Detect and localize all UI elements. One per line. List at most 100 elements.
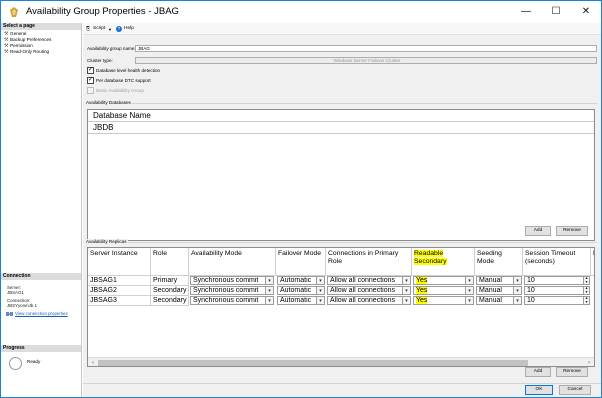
dialog-window: Availability Group Properties - JBAG — ☐… (0, 0, 602, 398)
chevron-down-icon[interactable]: ▾ (265, 276, 274, 285)
help-button[interactable]: Help (124, 26, 134, 31)
primary-connections-select[interactable]: Allow all connections (327, 286, 403, 295)
table-row-role: Primary (151, 276, 189, 286)
chevron-down-icon[interactable]: ▾ (465, 276, 474, 285)
spinner-icon[interactable]: ▲ ▼ (583, 286, 590, 295)
select-page-header: Select a page (1, 23, 81, 30)
readable-secondary-select[interactable]: Yes (413, 286, 466, 295)
chevron-down-icon[interactable]: ▾ (265, 296, 274, 305)
cluster-type-field: Windows Server Failover Cluster (135, 57, 597, 64)
column-header-failover-mode: Failover Mode (276, 248, 326, 276)
db-health-checkbox[interactable]: ✓ (87, 67, 94, 74)
help-icon: ? (116, 26, 122, 32)
list-item[interactable]: JBDB (88, 122, 594, 134)
connection-value: JBSYyone\Jb.1 (7, 303, 38, 308)
progress-icon (9, 357, 22, 370)
sidebar-item-label: Backup Preferences (10, 37, 52, 42)
connection-icon (6, 312, 13, 316)
chevron-down-icon[interactable]: ▾ (402, 286, 411, 295)
chevron-down-icon[interactable]: ▾ (265, 286, 274, 295)
remove-database-button[interactable]: Remove (556, 226, 588, 236)
ag-name-field[interactable]: JBAG (135, 45, 597, 52)
chevron-down-icon[interactable]: ▾ (513, 286, 522, 295)
column-header-session-timeout: Session Timeout (seconds) (523, 248, 591, 276)
chevron-down-icon[interactable]: ▾ (316, 286, 325, 295)
add-replica-button[interactable]: Add (525, 367, 551, 377)
server-value: JBSAG1 (7, 290, 24, 295)
table-row-server: JBSAG3 (88, 296, 151, 306)
column-header-role: Role (151, 248, 189, 276)
table-row-server: JBSAG2 (88, 286, 151, 296)
cluster-type-label: Cluster type: (87, 58, 113, 63)
chevron-down-icon[interactable]: ▼ (108, 27, 112, 32)
basic-ag-checkbox (87, 87, 94, 94)
progress-header: Progress (1, 345, 81, 352)
chevron-down-icon[interactable]: ▾ (513, 276, 522, 285)
spinner-icon[interactable]: ▲ ▼ (583, 296, 590, 305)
basic-ag-label: Basic Availability Group (96, 88, 144, 93)
chevron-down-icon[interactable]: ▾ (402, 296, 411, 305)
failover-mode-select[interactable]: Automatic (277, 286, 317, 295)
remove-replica-button[interactable]: Remove (556, 367, 588, 377)
table-row-server: JBSAG1 (88, 276, 151, 286)
column-header-seeding-mode: Seeding Mode (475, 248, 523, 276)
horizontal-scrollbar[interactable]: ‹ › (88, 357, 594, 366)
seeding-mode-select[interactable]: Manual (476, 296, 514, 305)
failover-mode-select[interactable]: Automatic (277, 276, 317, 285)
primary-connections-select[interactable]: Allow all connections (327, 296, 403, 305)
replicas-grid: Server Instance Role Availability Mode F… (87, 247, 595, 367)
readable-secondary-select[interactable]: Yes (413, 296, 466, 305)
scrollbar-thumb[interactable] (98, 360, 528, 366)
chevron-down-icon[interactable]: ▾ (513, 296, 522, 305)
script-icon: ⎘ (86, 27, 90, 32)
sidebar-item-label: Permission (10, 43, 33, 48)
db-group-label: Availability Databases (85, 100, 132, 105)
add-database-button[interactable]: Add (525, 226, 551, 236)
window-title: Availability Group Properties - JBAG (26, 6, 179, 17)
toolbar: ⎘ Script ▼ ? Help (83, 23, 601, 35)
column-header-availability-mode: Availability Mode (189, 248, 276, 276)
view-connection-properties-link[interactable]: View connection properties (15, 311, 68, 316)
failover-mode-select[interactable]: Automatic (277, 296, 317, 305)
minimize-button[interactable]: — (511, 1, 541, 23)
chevron-down-icon[interactable]: ▾ (465, 286, 474, 295)
chevron-down-icon[interactable]: ▾ (402, 276, 411, 285)
column-header-primary-connections: Connections in Primary Role (326, 248, 412, 276)
connection-header: Connection (1, 273, 81, 280)
cancel-button[interactable]: Cancel (559, 385, 591, 395)
session-timeout-input[interactable]: 10 (524, 276, 584, 285)
script-button[interactable]: Script (93, 26, 105, 31)
primary-connections-select[interactable]: Allow all connections (327, 276, 403, 285)
session-timeout-input[interactable]: 10 (524, 296, 584, 305)
footer-divider (83, 383, 601, 384)
chevron-down-icon[interactable]: ▾ (465, 296, 474, 305)
main-panel: ⎘ Script ▼ ? Help Availability group nam… (83, 23, 601, 397)
availability-mode-select[interactable]: Synchronous commit (190, 286, 266, 295)
ok-button[interactable]: OK (525, 385, 553, 395)
databases-grid: Database Name JBDB (87, 109, 595, 241)
column-header-endpoint: E (591, 248, 594, 276)
spinner-icon[interactable]: ▲ ▼ (583, 276, 590, 285)
availability-mode-select[interactable]: Synchronous commit (190, 276, 266, 285)
chevron-down-icon[interactable]: ▾ (316, 296, 325, 305)
session-timeout-input[interactable]: 10 (524, 286, 584, 295)
sidebar-item-read-only-routing[interactable]: ⚒ Read-Only Routing (4, 49, 49, 55)
chevron-down-icon[interactable]: ▾ (316, 276, 325, 285)
dtc-support-checkbox[interactable]: ✓ (87, 77, 94, 84)
db-group-divider (113, 103, 597, 104)
sidebar: Select a page ⚒ General ⚒ Backup Preferenc… (1, 23, 82, 397)
availability-mode-select[interactable]: Synchronous commit (190, 296, 266, 305)
dtc-support-label: Per database DTC support (96, 78, 151, 83)
scroll-left-icon[interactable]: ‹ (89, 359, 97, 366)
seeding-mode-select[interactable]: Manual (476, 276, 514, 285)
ag-name-label: Availability group name: (87, 46, 136, 51)
close-button[interactable]: ✕ (571, 1, 601, 23)
maximize-button[interactable]: ☐ (541, 1, 571, 23)
table-row-role: Secondary (151, 296, 189, 306)
sidebar-item-label: Read-Only Routing (10, 49, 50, 54)
seeding-mode-select[interactable]: Manual (476, 286, 514, 295)
scroll-right-icon[interactable]: › (585, 359, 593, 366)
column-header-server: Server Instance (88, 248, 151, 276)
progress-status: Ready (27, 359, 41, 364)
readable-secondary-select[interactable]: Yes (413, 276, 466, 285)
